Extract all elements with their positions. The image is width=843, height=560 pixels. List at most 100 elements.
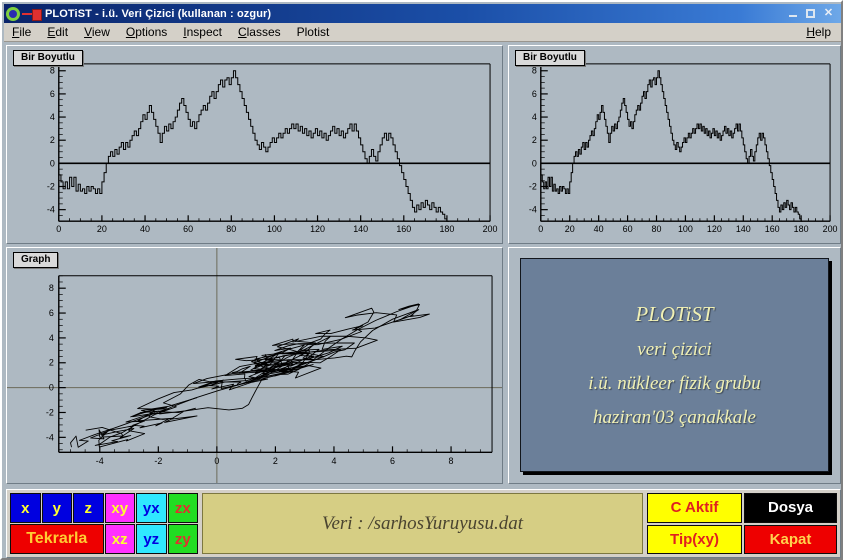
maximize-button[interactable] [803,7,818,21]
svg-text:4: 4 [50,112,55,122]
info-line-date: haziran'03 çanakkale [593,406,756,428]
svg-text:4: 4 [532,112,537,122]
info-line-group: i.ü. nükleer fizik grubu [588,372,761,394]
svg-text:6: 6 [49,308,54,318]
info-line-subtitle: veri çizici [637,338,712,360]
menu-item-file[interactable]: File [4,23,39,41]
dosya-button[interactable]: Dosya [744,493,837,523]
svg-text:0: 0 [49,383,54,393]
tab-bir-boyutlu-right[interactable]: Bir Boyutlu [515,50,585,66]
svg-text:6: 6 [532,89,537,99]
svg-text:40: 40 [594,224,604,234]
c-aktif-button[interactable]: C Aktif [647,493,742,523]
svg-text:120: 120 [310,224,325,234]
svg-text:180: 180 [439,224,454,234]
svg-text:0: 0 [56,224,61,234]
bottom-toolbar: x y z xy yx zx Tekrarla xz yz zy Veri : … [6,489,841,558]
info-line-title: PLOTiST [635,301,714,326]
svg-text:160: 160 [396,224,411,234]
menu-item-view[interactable]: View [76,23,118,41]
svg-text:8: 8 [449,456,454,466]
svg-text:-4: -4 [96,456,104,466]
svg-text:180: 180 [794,224,809,234]
minimize-button[interactable] [785,7,800,21]
svg-text:0: 0 [50,158,55,168]
svg-text:-4: -4 [47,205,55,215]
svg-text:120: 120 [707,224,722,234]
svg-text:8: 8 [50,66,55,76]
title-bar-icons [6,6,42,21]
plotist-app-icon[interactable] [6,6,20,21]
panel-bir-boyutlu-right[interactable]: Bir Boyutlu 0 20 40 60 80 100 120 140 160 180 200-… [508,45,841,244]
axis-button-yx[interactable]: yx [136,493,167,523]
svg-text:8: 8 [49,283,54,293]
svg-text:140: 140 [353,224,368,234]
svg-text:6: 6 [50,89,55,99]
svg-text:-2: -2 [47,181,55,191]
menu-item-classes[interactable]: Classes [230,23,289,41]
svg-text:-4: -4 [529,205,537,215]
svg-text:80: 80 [226,224,236,234]
svg-text:140: 140 [736,224,751,234]
chart-bir-boyutlu-left: 0 20 40 60 80 100 120 140 160 180 200 -4 -2 0 2 4 6 8 [47,63,498,234]
axis-button-x[interactable]: x [10,493,41,523]
svg-text:4: 4 [331,456,336,466]
plotist-window: PLOTiST - i.ü. Veri Çizici (kullanan : o… [0,0,843,560]
menu-item-edit[interactable]: Edit [39,23,76,41]
menu-item-options[interactable]: Options [118,23,175,41]
axis-button-xz[interactable]: xz [104,524,135,554]
panel-graph[interactable]: Graph -4 -2 0 2 4 6 8 -4 -2 0 2 4 6 8 [6,247,503,484]
svg-text:100: 100 [678,224,693,234]
close-button[interactable]: ✕ [821,7,836,21]
menu-bar: File Edit View Options Inspect Classes P… [4,23,841,42]
svg-text:20: 20 [97,224,107,234]
axis-button-z[interactable]: z [73,493,104,523]
svg-text:100: 100 [267,224,282,234]
pushpin-icon[interactable] [22,7,42,21]
svg-text:2: 2 [273,456,278,466]
svg-text:-4: -4 [46,432,54,442]
menu-item-plotist[interactable]: Plotist [289,23,338,41]
tab-graph[interactable]: Graph [13,252,59,268]
window-controls: ✕ [785,7,839,21]
svg-text:60: 60 [183,224,193,234]
svg-text:20: 20 [565,224,575,234]
action-button-grid: C Aktif Dosya Tip(xy) Kapat [647,493,837,554]
menu-item-inspect[interactable]: Inspect [175,23,230,41]
data-file-display: Veri : /sarhosYuruyusu.dat [202,493,643,554]
axis-button-grid: x y z xy yx zx Tekrarla xz yz zy [10,493,198,554]
axis-button-xy[interactable]: xy [104,493,135,523]
svg-text:0: 0 [538,224,543,234]
svg-text:-2: -2 [46,407,54,417]
kapat-button[interactable]: Kapat [744,524,837,554]
svg-text:0: 0 [532,158,537,168]
axis-button-zx[interactable]: zx [167,493,198,523]
chart-bir-boyutlu-right: 0 20 40 60 80 100 120 140 160 180 200 -4 -2 0 2 4 6 8 [529,63,838,234]
axis-button-zy[interactable]: zy [167,524,198,554]
svg-text:0: 0 [214,456,219,466]
axis-button-y[interactable]: y [41,493,72,523]
panel-bir-boyutlu-left[interactable]: Bir Boyutlu 0 20 40 60 80 100 120 140 160 180 200-… [6,45,503,244]
info-card: PLOTiST veri çizici i.ü. nükleer fizik g… [520,258,829,472]
svg-text:60: 60 [623,224,633,234]
tab-bir-boyutlu-left[interactable]: Bir Boyutlu [13,50,83,66]
svg-text:6: 6 [390,456,395,466]
tip-xy-button[interactable]: Tip(xy) [647,524,742,554]
title-bar: PLOTiST - i.ü. Veri Çizici (kullanan : o… [4,4,841,23]
svg-text:200: 200 [483,224,498,234]
svg-text:2: 2 [532,135,537,145]
svg-text:2: 2 [49,358,54,368]
svg-text:2: 2 [50,135,55,145]
svg-text:-2: -2 [154,456,162,466]
axis-button-yz[interactable]: yz [136,524,167,554]
svg-text:200: 200 [823,224,838,234]
svg-text:160: 160 [765,224,780,234]
menu-item-help[interactable]: Help [798,23,841,41]
svg-text:80: 80 [652,224,662,234]
repeat-button[interactable]: Tekrarla [10,524,104,554]
data-file-label: Veri : /sarhosYuruyusu.dat [321,512,524,534]
svg-text:-2: -2 [529,181,537,191]
svg-text:40: 40 [140,224,150,234]
window-title: PLOTiST - i.ü. Veri Çizici (kullanan : o… [45,7,272,20]
chart-graph-scatter: -4 -2 0 2 4 6 8 -4 -2 0 2 4 6 8 [7,248,502,483]
